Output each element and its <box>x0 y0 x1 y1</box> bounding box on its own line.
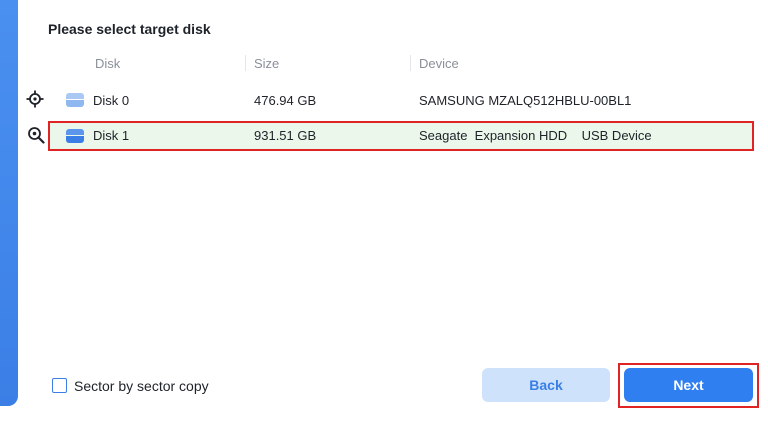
back-button[interactable]: Back <box>482 368 610 402</box>
column-header-disk: Disk <box>95 56 121 71</box>
disk-icon <box>66 129 84 143</box>
sector-copy-label[interactable]: Sector by sector copy <box>74 378 209 394</box>
sector-copy-checkbox[interactable] <box>52 378 67 393</box>
column-header-size: Size <box>254 56 280 71</box>
target-search-icon <box>28 127 45 144</box>
disk-size: 476.94 GB <box>254 93 317 108</box>
side-panel-edge <box>0 0 18 406</box>
column-divider <box>245 55 246 71</box>
disk-row-0[interactable]: Disk 0 476.94 GB SAMSUNG MZALQ512HBLU-00… <box>48 86 754 114</box>
disk-table-header: Disk Size Device <box>48 52 756 74</box>
page-title: Please select target disk <box>48 21 211 37</box>
source-crosshair-icon <box>26 90 44 108</box>
disk-device: SAMSUNG MZALQ512HBLU-00BL1 <box>419 93 632 108</box>
disk-row-1-selected[interactable]: Disk 1 931.51 GB Seagate Expansion HDD U… <box>48 121 754 151</box>
disk-name: Disk 1 <box>93 128 130 143</box>
disk-size: 931.51 GB <box>254 128 317 143</box>
column-divider <box>410 55 411 71</box>
column-header-device: Device <box>419 56 459 71</box>
disk-name: Disk 0 <box>93 93 130 108</box>
disk-icon <box>66 93 84 107</box>
next-button[interactable]: Next <box>624 368 753 402</box>
disk-device: Seagate Expansion HDD USB Device <box>419 128 652 143</box>
